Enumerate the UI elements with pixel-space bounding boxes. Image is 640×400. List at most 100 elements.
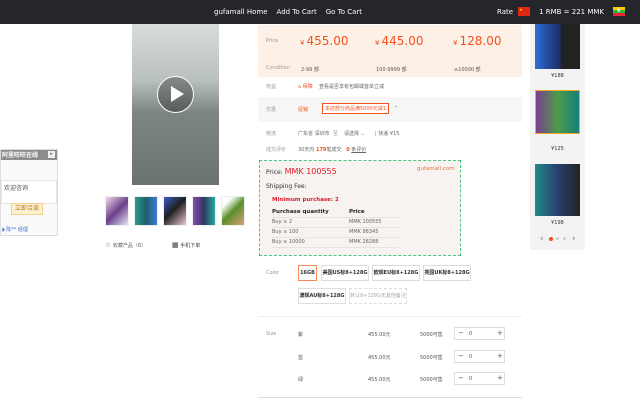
quantity-input[interactable]: 0 bbox=[469, 331, 472, 337]
manager-name: 陈** 经理 bbox=[6, 227, 28, 233]
tier-condition-1: 2-99 部 bbox=[301, 67, 319, 73]
mmk-price-box: Price: MMK 100555 gufamall.com Shipping … bbox=[259, 160, 461, 256]
size-price: 455.00元 bbox=[368, 377, 391, 383]
star-icon: ☆ bbox=[105, 241, 112, 249]
nav-add-to-cart-link[interactable]: Add To Cart bbox=[277, 8, 317, 16]
recommended-product-1[interactable] bbox=[535, 24, 580, 69]
carousel-prev-button[interactable]: ‹ bbox=[540, 234, 544, 244]
size-name: 蓝 bbox=[298, 355, 304, 361]
tier-price-3: ¥128.00 bbox=[453, 34, 502, 48]
table-row: Buy ≥ 100 MMK 98345 bbox=[272, 227, 399, 238]
minus-icon[interactable]: − bbox=[458, 374, 464, 382]
logistics-from: 广东省 深圳市 bbox=[298, 131, 330, 137]
quantity-input[interactable]: 0 bbox=[469, 376, 472, 382]
thumbnail-3[interactable] bbox=[163, 196, 187, 226]
carousel-dot[interactable] bbox=[563, 237, 566, 240]
rate-label: Rate bbox=[497, 7, 514, 16]
quantity-input[interactable]: 0 bbox=[469, 354, 472, 360]
price-tiers: Price Condition ¥455.00 ¥445.00 ¥128.00 … bbox=[258, 25, 522, 77]
logistics-label: 物流 bbox=[266, 131, 277, 137]
tier-condition-2: 100-9999 部 bbox=[376, 67, 407, 73]
logistics-to: 至 bbox=[333, 131, 339, 137]
recommended-price-2: ¥125 bbox=[551, 146, 564, 152]
recommended-product-3[interactable] bbox=[535, 164, 580, 216]
play-icon[interactable] bbox=[157, 76, 194, 113]
divider bbox=[258, 397, 522, 398]
size-price: 455.00元 bbox=[368, 332, 391, 338]
carousel-dot[interactable] bbox=[556, 237, 559, 240]
size-stock: 5000可售 bbox=[420, 332, 443, 338]
quantity-stepper[interactable]: −0 + bbox=[454, 327, 505, 340]
color-option-eu[interactable]: 欧规EU标8+128G bbox=[372, 265, 420, 281]
manager-link[interactable]: ◗ 陈** 经理 bbox=[2, 226, 28, 233]
destination-select[interactable]: 请选择 ⌄ bbox=[344, 130, 365, 137]
minus-icon[interactable]: − bbox=[458, 352, 464, 360]
color-option-default[interactable]: 默认8+128G无其他备注 bbox=[349, 288, 407, 304]
thumbnail-4[interactable] bbox=[192, 196, 216, 226]
minimum-purchase: Minimum purchase: 2 bbox=[272, 197, 339, 203]
chevron-down-icon[interactable]: ⌄ bbox=[394, 103, 398, 109]
recommended-price-3: ¥198 bbox=[551, 220, 564, 226]
plus-icon[interactable]: + bbox=[497, 374, 503, 382]
size-name: 绿 bbox=[298, 377, 304, 383]
coupon-text[interactable]: 本店部分商品满5000元减1... bbox=[322, 103, 389, 114]
thumbnail-2[interactable] bbox=[134, 196, 158, 226]
mmk-price: Price: MMK 100555 bbox=[266, 167, 337, 176]
table-row: Buy ≥ 10000 MMK 28288 bbox=[272, 237, 399, 248]
reviews-label: 成交评价 bbox=[266, 147, 287, 153]
close-icon[interactable]: ▸ bbox=[48, 151, 55, 158]
thumbnail-1[interactable] bbox=[105, 196, 129, 226]
recommended-price-1: ¥188 bbox=[551, 73, 564, 79]
carousel-next-button[interactable]: › bbox=[572, 234, 576, 244]
size-name: 紫 bbox=[298, 332, 304, 338]
collect-label: 收藏产品（8） bbox=[112, 243, 147, 249]
benefits-tag: ⌂ 保障 bbox=[298, 84, 313, 90]
myanmar-flag-icon bbox=[613, 7, 626, 16]
plus-icon[interactable]: + bbox=[497, 329, 503, 337]
divider bbox=[258, 316, 522, 317]
table-row: Buy ≥ 2 MMK 100555 bbox=[272, 217, 399, 228]
color-option-us[interactable]: 美国US标8+128G bbox=[321, 265, 369, 281]
color-option-au[interactable]: 澳规AU标8+128G bbox=[298, 288, 346, 304]
size-stock: 5000可售 bbox=[420, 355, 443, 361]
shipping-fee: Shipping Fee: bbox=[266, 183, 307, 190]
recommended-sidebar: ¥188 ¥125 ¥198 ‹ › bbox=[530, 24, 585, 250]
quantity-stepper[interactable]: −0 + bbox=[454, 350, 505, 363]
price-label: Price bbox=[266, 38, 279, 44]
nav-home-link[interactable]: gufamall Home bbox=[214, 8, 268, 16]
color-option-uk[interactable]: 英国UK标8+128G bbox=[423, 265, 471, 281]
color-option-16gb[interactable]: 16GB bbox=[298, 265, 317, 281]
condition-label: Condition bbox=[266, 65, 290, 71]
tier-price-2: ¥445.00 bbox=[375, 34, 424, 48]
minus-icon[interactable]: − bbox=[458, 329, 464, 337]
size-stock: 5000可售 bbox=[420, 377, 443, 383]
benefits-label: 权益 bbox=[266, 84, 277, 90]
chat-widget: 阿里旺旺在线 ▸ 欢迎咨询 立即洽谈 ◗ 陈** 经理 bbox=[0, 149, 58, 236]
china-flag-icon bbox=[518, 7, 531, 16]
coupon-row: 优惠 促销 本店部分商品满5000元减1... ⌄ bbox=[258, 97, 522, 122]
color-label: Color bbox=[266, 270, 280, 276]
mobile-order-label: 手机下单 bbox=[180, 243, 201, 249]
size-price: 455.00元 bbox=[368, 355, 391, 361]
carousel-dot-active[interactable] bbox=[549, 237, 553, 241]
reviews-summary: 30天内 179笔成交 0 条评价 bbox=[298, 147, 367, 153]
chat-bubble: 欢迎咨询 bbox=[1, 180, 57, 204]
coupon-tag: 促销 bbox=[298, 107, 309, 113]
brand-link[interactable]: gufamall.com bbox=[417, 166, 455, 172]
collect-product-button[interactable]: ☆ 收藏产品（8） bbox=[105, 241, 146, 249]
qr-code-icon: ▦ bbox=[172, 241, 179, 249]
mmk-tier-table: Purchase quantity Price Buy ≥ 2 MMK 100555… bbox=[272, 207, 399, 248]
top-bar: gufamall Home Add To Cart Go To Cart Rat… bbox=[0, 0, 640, 24]
thumbnail-5[interactable] bbox=[221, 196, 245, 226]
size-label: Size bbox=[266, 331, 277, 337]
recommended-product-2[interactable] bbox=[535, 90, 580, 134]
quantity-stepper[interactable]: −0 + bbox=[454, 372, 505, 385]
chat-now-button[interactable]: 立即洽谈 bbox=[11, 203, 43, 215]
mobile-order-button[interactable]: ▦ 手机下单 bbox=[172, 241, 200, 249]
plus-icon[interactable]: + bbox=[497, 352, 503, 360]
express-fee: | 快递 ¥15 bbox=[375, 131, 400, 137]
nav-go-to-cart-link[interactable]: Go To Cart bbox=[326, 8, 362, 16]
tier-price-1: ¥455.00 bbox=[300, 34, 349, 48]
benefits-text[interactable]: 查看是否享有包邮或首单立减 bbox=[319, 83, 384, 90]
rate-value: 1 RMB = 221 MMK bbox=[539, 7, 605, 16]
